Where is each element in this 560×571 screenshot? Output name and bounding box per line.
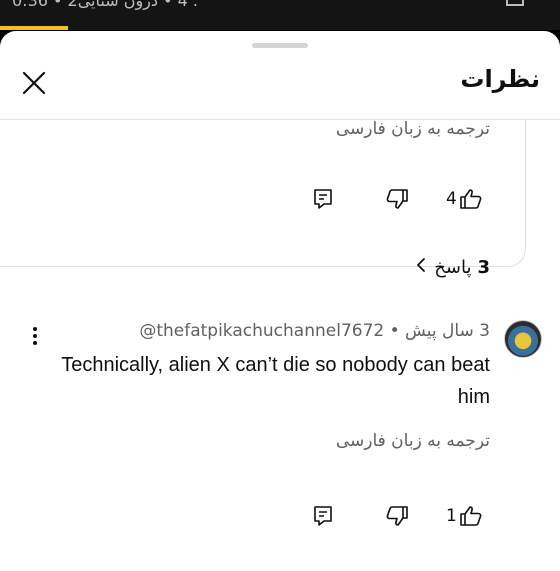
meta-separator: • bbox=[389, 321, 400, 341]
dislike-button[interactable] bbox=[385, 187, 409, 211]
reply-button[interactable] bbox=[311, 504, 335, 528]
fullscreen-icon[interactable] bbox=[506, 0, 524, 6]
comment-text: Technically, alien X can’t die so nobody… bbox=[61, 354, 490, 408]
video-status-bar: 0:36 • 2؛ 4 • درون ستایی bbox=[0, 0, 560, 30]
comment-meta: @thefatpikachuchannel7672 • 3 سال پیش bbox=[139, 321, 490, 341]
avatar[interactable] bbox=[504, 320, 542, 358]
more-options-icon[interactable] bbox=[30, 327, 40, 351]
reply-button[interactable] bbox=[311, 187, 335, 211]
video-progress-bar[interactable] bbox=[0, 26, 68, 30]
comments-panel: نظرات ترجمه به زبان فارسی 4 3 پاسخ @thef… bbox=[0, 31, 560, 571]
thumbs-up-icon bbox=[459, 504, 483, 528]
replies-label: پاسخ bbox=[434, 257, 472, 278]
like-count: 1 bbox=[446, 506, 457, 526]
like-count: 4 bbox=[446, 189, 457, 209]
video-time-text: 0:36 • 2؛ 4 • درون ستایی bbox=[12, 0, 198, 10]
drag-handle[interactable] bbox=[252, 43, 308, 48]
translate-link[interactable]: ترجمه به زبان فارسی bbox=[336, 119, 490, 139]
like-button[interactable]: 4 bbox=[446, 187, 483, 211]
view-replies-button[interactable]: 3 پاسخ bbox=[416, 257, 490, 278]
comment-author[interactable]: @thefatpikachuchannel7672 bbox=[139, 321, 384, 341]
reply-comment-icon bbox=[311, 187, 335, 211]
like-button[interactable]: 1 bbox=[446, 504, 483, 528]
replies-count: 3 bbox=[477, 257, 490, 278]
dislike-button[interactable] bbox=[385, 504, 409, 528]
reply-comment-icon bbox=[311, 504, 335, 528]
translate-link[interactable]: ترجمه به زبان فارسی bbox=[336, 431, 490, 451]
thumbs-down-icon bbox=[385, 187, 409, 211]
chevron-right-icon bbox=[416, 257, 426, 278]
thumbs-up-icon bbox=[459, 187, 483, 211]
close-icon[interactable] bbox=[20, 69, 48, 97]
panel-title: نظرات bbox=[460, 65, 540, 93]
comment-age: 3 سال پیش bbox=[405, 321, 490, 341]
thumbs-down-icon bbox=[385, 504, 409, 528]
